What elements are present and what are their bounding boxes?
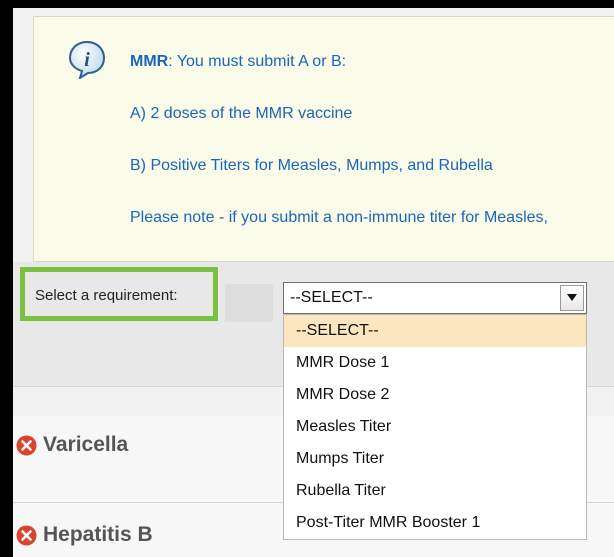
info-title-rest: : You must submit A or B: — [168, 53, 347, 70]
chevron-down-icon — [567, 294, 577, 301]
requirement-select-value: --SELECT-- — [290, 289, 373, 306]
dropdown-option-post-titer-booster[interactable]: Post-Titer MMR Booster 1 — [284, 507, 586, 539]
section-title-hepatitis-b: Hepatitis B — [43, 523, 153, 546]
section-title-varicella: Varicella — [43, 433, 129, 456]
dropdown-option-mmr-dose-2[interactable]: MMR Dose 2 — [284, 379, 586, 411]
info-title-bold: MMR — [130, 53, 169, 70]
dropdown-arrow-button[interactable] — [560, 285, 584, 311]
info-note: Please note - if you submit a non-immune… — [130, 209, 548, 226]
option-label: MMR Dose 2 — [296, 386, 390, 403]
dropdown-option-rubella-titer[interactable]: Rubella Titer — [284, 475, 586, 507]
option-label: Mumps Titer — [296, 450, 385, 467]
dropdown-option-mumps-titer[interactable]: Mumps Titer — [284, 443, 586, 475]
dropdown-option-measles-titer[interactable]: Measles Titer — [284, 411, 586, 443]
label-spacer — [225, 284, 273, 322]
x-circle-icon — [16, 435, 37, 456]
info-title: MMR: You must submit A or B: — [130, 53, 346, 71]
info-option-b: B) Positive Titers for Measles, Mumps, a… — [130, 157, 493, 174]
option-label: --SELECT-- — [296, 322, 379, 339]
option-label: Post-Titer MMR Booster 1 — [296, 514, 481, 531]
info-panel: i MMR: You must submit A or B: A) 2 dose… — [33, 16, 614, 262]
info-icon: i — [68, 40, 106, 79]
x-circle-icon — [16, 525, 37, 546]
main-content: i MMR: You must submit A or B: A) 2 dose… — [13, 8, 614, 557]
svg-text:i: i — [84, 49, 90, 71]
requirement-label: Select a requirement: — [35, 287, 178, 304]
option-label: Rubella Titer — [296, 482, 386, 499]
requirement-select[interactable]: --SELECT-- — [283, 282, 587, 314]
dropdown-option-mmr-dose-1[interactable]: MMR Dose 1 — [284, 347, 586, 379]
requirement-dropdown-list: --SELECT-- MMR Dose 1 MMR Dose 2 Measles… — [283, 314, 587, 540]
option-label: Measles Titer — [296, 418, 392, 435]
option-label: MMR Dose 1 — [296, 354, 390, 371]
dropdown-option-select[interactable]: --SELECT-- — [284, 315, 586, 347]
window-frame-left — [0, 0, 13, 557]
info-option-a: A) 2 doses of the MMR vaccine — [130, 105, 353, 122]
window-frame-top — [0, 0, 614, 8]
requirement-label-highlight: Select a requirement: — [20, 267, 218, 321]
